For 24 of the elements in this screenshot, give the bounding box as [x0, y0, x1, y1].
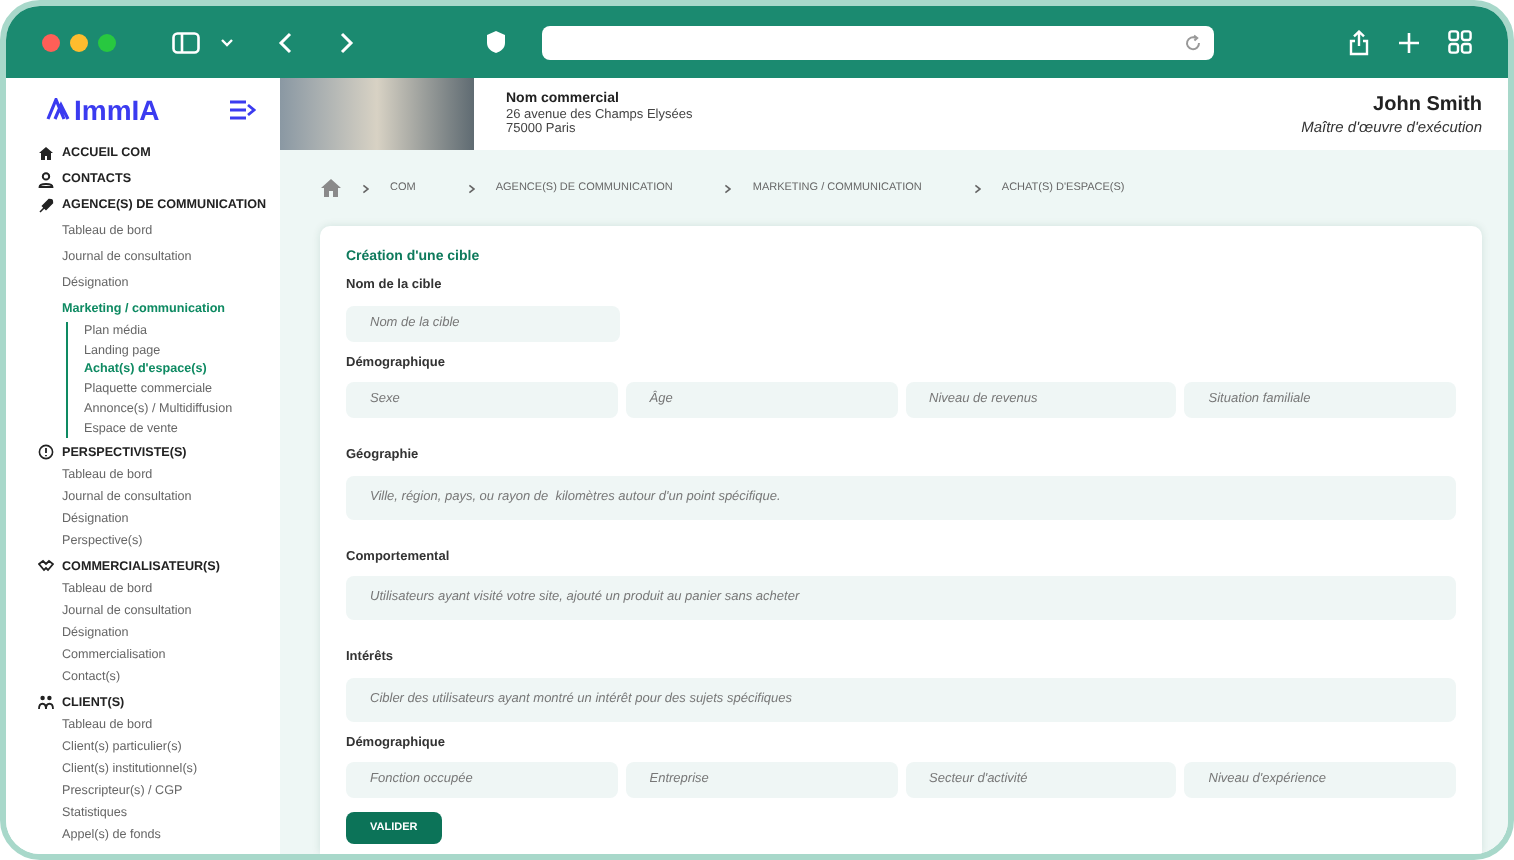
person-icon [38, 172, 54, 188]
tab-grid-icon[interactable] [1448, 30, 1472, 54]
chevron-right-icon [467, 183, 476, 193]
shield-icon[interactable] [486, 30, 506, 54]
logo-text: ImmIA [74, 95, 160, 123]
chevron-right-icon [362, 183, 370, 193]
menu-icon[interactable] [228, 99, 256, 119]
home-icon[interactable] [320, 178, 342, 198]
sidebar-toggle-icon[interactable] [172, 31, 200, 53]
logo-icon [46, 98, 70, 120]
back-icon[interactable] [278, 31, 292, 53]
user-name: John Smith [1373, 93, 1482, 117]
share-icon[interactable] [1348, 29, 1370, 55]
minimize-window-button[interactable] [70, 33, 88, 51]
reload-icon[interactable] [1184, 33, 1202, 51]
chevron-down-icon[interactable] [220, 37, 234, 47]
chevron-right-icon [973, 183, 982, 193]
chevron-right-icon [724, 183, 733, 193]
badge-icon [38, 444, 54, 461]
home-icon [38, 146, 54, 162]
plus-icon[interactable] [1398, 31, 1420, 53]
address-field[interactable] [542, 25, 1214, 59]
people-icon [38, 694, 54, 711]
forward-icon[interactable] [340, 31, 354, 53]
